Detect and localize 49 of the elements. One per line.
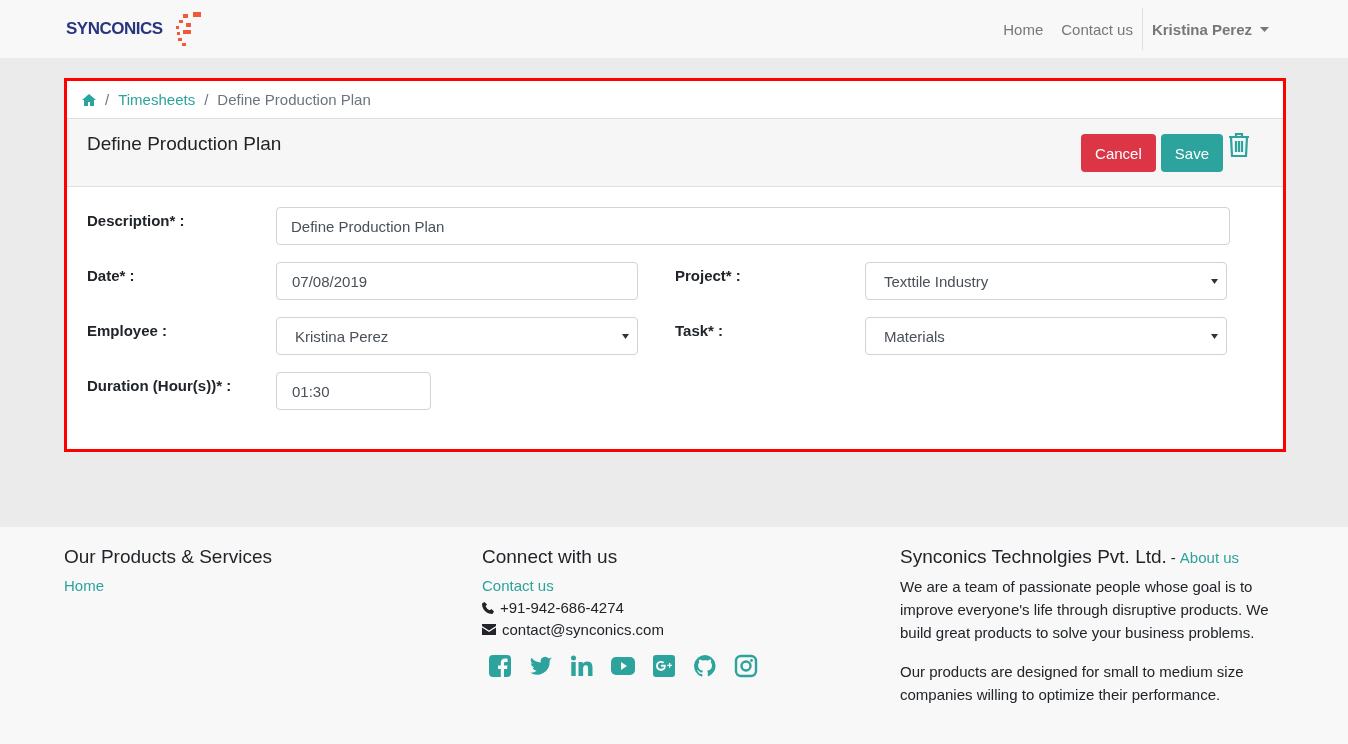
caret-icon (622, 333, 629, 339)
user-menu[interactable]: Kristina Perez (1141, 8, 1278, 50)
caret-icon (1260, 26, 1269, 32)
breadcrumb-current: Define Production Plan (217, 91, 371, 108)
field-label: Date* : (87, 266, 136, 286)
home-icon[interactable] (82, 93, 96, 106)
cancel-button[interactable]: Cancel (1081, 134, 1156, 172)
youtube-icon[interactable] (611, 654, 635, 678)
email-address: contact@synconics.com (502, 621, 664, 638)
title-separator: - (1170, 549, 1176, 566)
trash-icon[interactable] (1228, 132, 1250, 158)
field-label: Project* : (675, 266, 742, 286)
select-field[interactable]: Texttile Industry (865, 262, 1227, 300)
footer-heading: Synconics Technolgies Pvt. Ltd. (900, 546, 1167, 568)
text-field[interactable]: Define Production Plan (276, 207, 1230, 245)
logo-text: SYNCONICS (66, 19, 163, 39)
google-plus-icon[interactable] (652, 654, 676, 678)
footer-heading: Connect with us (482, 546, 619, 568)
phone-icon (482, 601, 494, 614)
phone-number: +91-942-686-4274 (500, 599, 624, 616)
field-label: Task* : (675, 321, 725, 341)
nav-link[interactable]: Home (994, 20, 1053, 38)
breadcrumb-separator: / (105, 91, 110, 108)
text-field[interactable]: 01:30 (276, 372, 431, 410)
form-title: Define Production Plan (87, 133, 282, 156)
github-icon[interactable] (693, 654, 717, 678)
linkedin-icon[interactable] (570, 654, 594, 678)
company-description: We are a team of passionate people whose goal is to improve everyone's life through disruptive products. We build great products to solve your business problems. (900, 577, 1270, 643)
save-button[interactable]: Save (1160, 134, 1223, 172)
instagram-icon[interactable] (734, 654, 758, 678)
breadcrumb-separator: / (204, 91, 209, 108)
nav-link[interactable]: Contact us (1052, 20, 1142, 38)
caret-icon (1211, 278, 1218, 284)
footer-heading: Our Products & Services (64, 546, 274, 568)
footer-link[interactable]: Home (64, 577, 482, 594)
facebook-icon[interactable] (488, 654, 512, 678)
twitter-icon[interactable] (529, 654, 553, 678)
select-field[interactable]: Materials (865, 317, 1227, 355)
select-field[interactable]: Kristina Perez (276, 317, 638, 355)
text-field[interactable]: 07/08/2019 (276, 262, 638, 300)
field-label: Duration (Hour(s))* : (87, 376, 233, 396)
company-description: Our products are designed for small to medium size companies willing to optimize their performance. (900, 662, 1245, 705)
field-label: Description* : (87, 211, 186, 231)
caret-icon (1211, 333, 1218, 339)
field-label: Employee : (87, 321, 169, 341)
footer-link[interactable]: Contact us (482, 577, 900, 594)
breadcrumb-link[interactable]: Timesheets (118, 91, 196, 108)
envelope-icon (482, 624, 496, 635)
footer-link[interactable]: About us (1179, 549, 1240, 566)
